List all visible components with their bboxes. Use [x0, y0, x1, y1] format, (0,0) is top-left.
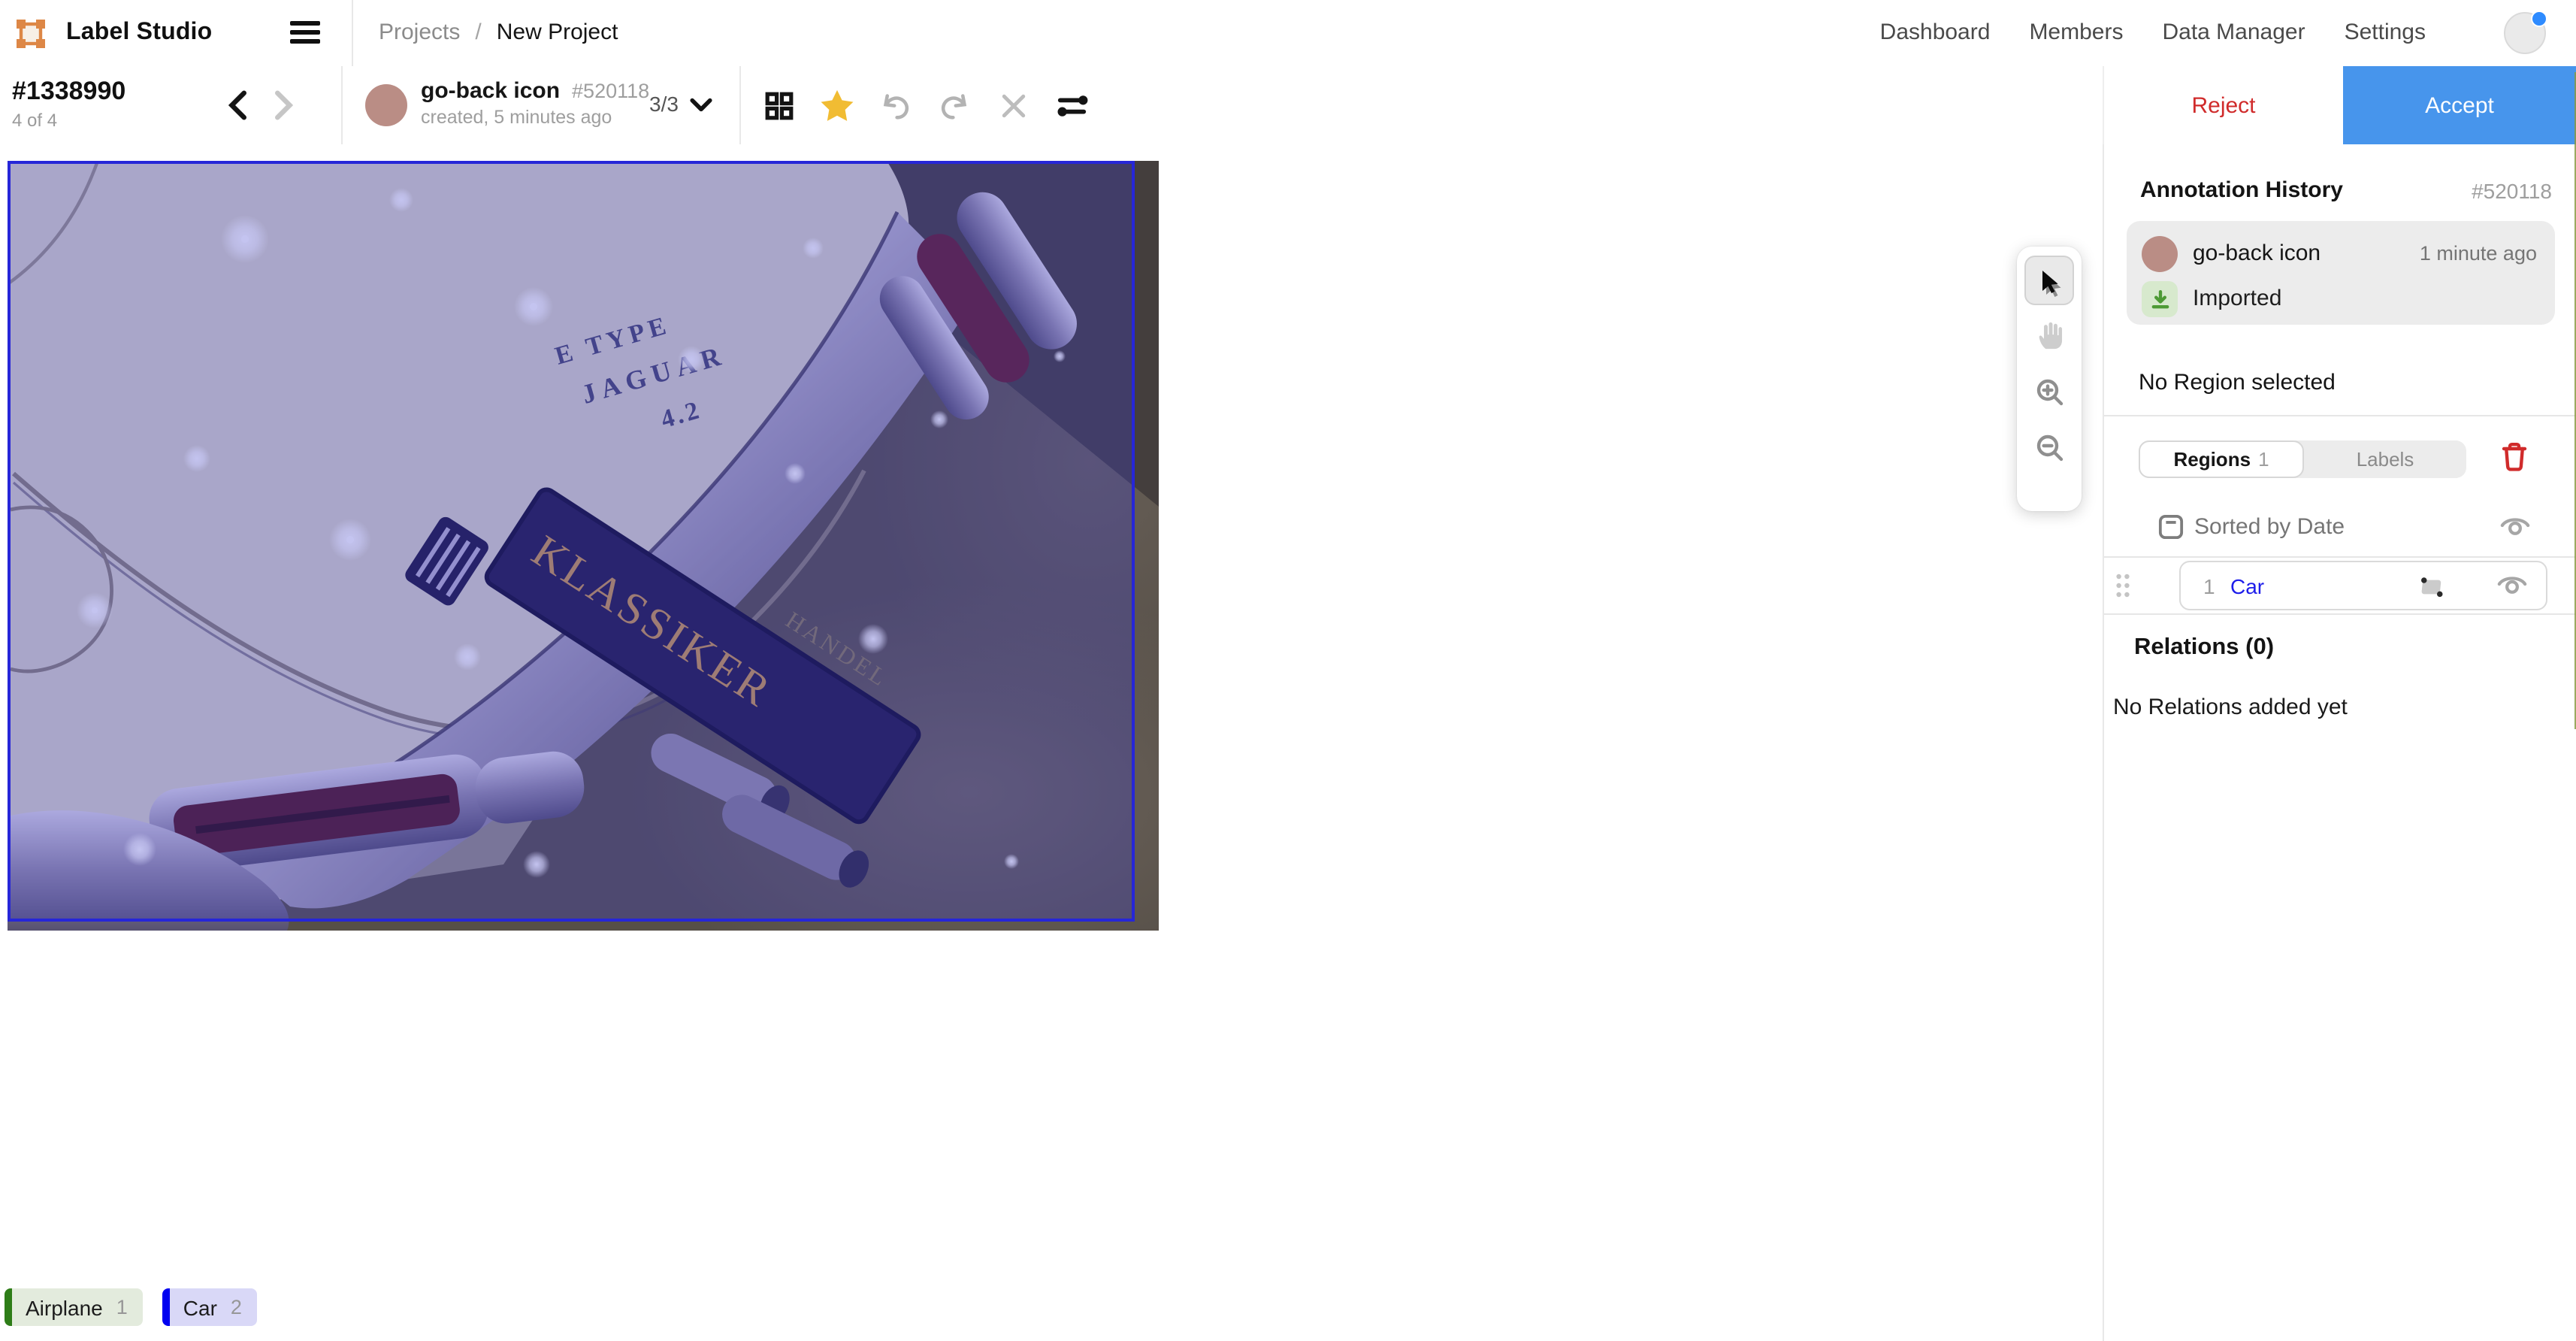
region-list-row: 1 Car [2104, 558, 2576, 613]
annotation-action-icons [762, 66, 1088, 144]
regions-labels-tabs: Regions 1 Labels [2139, 440, 2466, 478]
next-task-button[interactable] [274, 90, 295, 120]
history-time: 1 minute ago [2420, 242, 2537, 265]
tab-regions[interactable]: Regions 1 [2139, 440, 2304, 478]
nav-divider [352, 0, 353, 66]
history-avatar [2142, 236, 2178, 272]
history-entry[interactable]: go-back icon 1 minute ago Imported [2127, 221, 2555, 325]
delete-all-regions-icon[interactable] [2501, 440, 2528, 472]
chevron-down-icon[interactable] [690, 98, 712, 113]
breadcrumb: Projects / New Project [379, 20, 618, 45]
annotator-name: go-back icon [421, 78, 560, 104]
task-toolbar: #1338990 4 of 4 go-back icon #520118 crea… [0, 66, 2576, 146]
label-tag-airplane[interactable]: Airplane 1 [5, 1288, 143, 1326]
delete-annotation-icon[interactable] [996, 89, 1029, 122]
star-icon[interactable] [821, 89, 854, 122]
rectangle-region-icon [2418, 576, 2447, 598]
imported-icon [2142, 281, 2178, 317]
label-hotkeys-bar: Airplane 1 Car 2 [5, 1288, 257, 1326]
annotation-sidebar: Annotation History #520118 go-back icon … [2103, 144, 2576, 1341]
label-text: Airplane [26, 1295, 103, 1319]
region-item-car[interactable]: 1 Car [2179, 561, 2547, 610]
pan-hand-tool-button[interactable] [2024, 311, 2074, 361]
nav-data-manager[interactable]: Data Manager [2162, 20, 2305, 45]
history-author: go-back icon [2193, 241, 2321, 266]
history-status: Imported [2193, 286, 2281, 311]
sort-label: Sorted by Date [2194, 514, 2345, 540]
user-avatar[interactable] [2504, 12, 2546, 54]
label-text: Car [183, 1295, 217, 1319]
annotation-history-title: Annotation History [2140, 177, 2343, 203]
annotation-history-id: #520118 [2472, 179, 2552, 203]
accept-button[interactable]: Accept [2343, 66, 2576, 144]
relations-empty-text: No Relations added yet [2113, 695, 2348, 720]
annotation-canvas-area: E TYPE JAGUAR 4.2 [0, 144, 2103, 1341]
previous-task-button[interactable] [227, 90, 248, 120]
regions-count: 1 [2258, 448, 2269, 471]
breadcrumb-current: New Project [497, 20, 618, 45]
redo-icon[interactable] [938, 89, 971, 122]
brand-title: Label Studio [66, 20, 212, 47]
region-label: Car [2230, 574, 2264, 598]
notification-dot [2531, 11, 2547, 27]
zoom-in-tool-button[interactable] [2024, 367, 2074, 416]
hamburger-menu-icon[interactable] [290, 21, 320, 45]
annotation-id: #520118 [572, 80, 649, 102]
annotation-counter: 3/3 [649, 92, 679, 116]
drag-handle[interactable] [2115, 573, 2131, 598]
nav-dashboard[interactable]: Dashboard [1880, 20, 1991, 45]
nav-members[interactable]: Members [2029, 20, 2123, 45]
nav-links: Dashboard Members Data Manager Settings [1880, 20, 2426, 45]
undo-icon[interactable] [879, 89, 912, 122]
breadcrumb-separator: / [475, 20, 481, 45]
top-navigation: Label Studio Projects / New Project Dashbo… [0, 0, 2576, 68]
annotation-created-meta: created, 5 minutes ago [421, 107, 612, 128]
label-hotkey: 2 [231, 1296, 242, 1318]
label-studio-app: Label Studio Projects / New Project Dashbo… [0, 0, 2576, 1341]
nav-settings[interactable]: Settings [2345, 20, 2426, 45]
label-studio-logo-icon [15, 18, 47, 50]
sort-mode-icon [2158, 514, 2184, 540]
canvas-tool-palette [2017, 247, 2082, 511]
reject-button[interactable]: Reject [2103, 66, 2343, 144]
region-visibility-eye-icon[interactable] [2496, 571, 2528, 598]
settings-sliders-icon[interactable] [1055, 89, 1088, 122]
task-id: #1338990 [12, 77, 125, 107]
breadcrumb-projects[interactable]: Projects [379, 20, 460, 45]
label-tag-car[interactable]: Car 2 [162, 1288, 257, 1326]
annotator-avatar [365, 84, 407, 126]
tab-labels[interactable]: Labels [2304, 440, 2466, 478]
region-index: 1 [2203, 574, 2215, 598]
car-region-overlay[interactable] [9, 162, 1133, 920]
zoom-out-tool-button[interactable] [2024, 422, 2074, 472]
move-tool-button[interactable] [2024, 256, 2074, 305]
task-position: 4 of 4 [12, 110, 57, 131]
task-image[interactable]: E TYPE JAGUAR 4.2 [8, 161, 1159, 931]
no-region-selected-text: No Region selected [2139, 370, 2336, 395]
label-hotkey: 1 [116, 1296, 128, 1318]
grid-view-icon[interactable] [762, 89, 795, 122]
toggle-all-visibility-eye-icon[interactable] [2499, 513, 2531, 540]
sort-order-row[interactable]: Sorted by Date [2104, 505, 2576, 556]
relations-title: Relations (0) [2134, 634, 2274, 661]
